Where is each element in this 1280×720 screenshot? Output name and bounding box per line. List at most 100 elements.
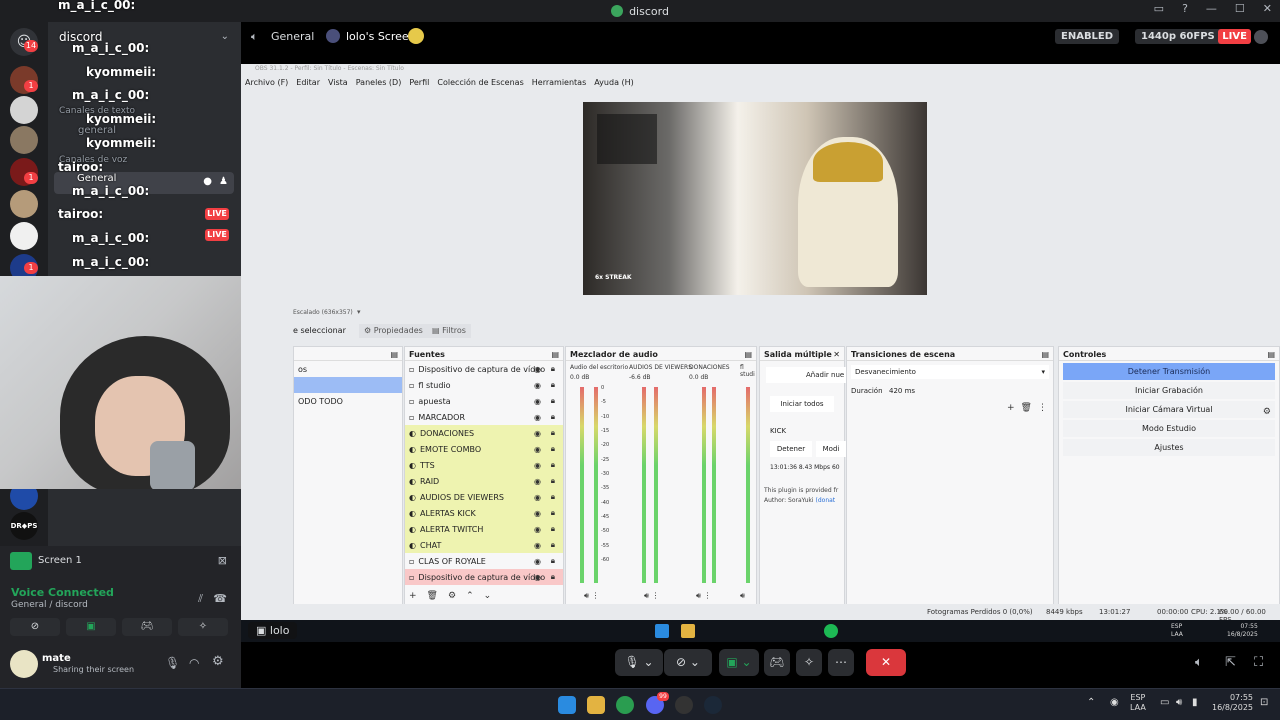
remove-transition-icon[interactable]: 🗑︎ [1021, 403, 1032, 413]
visibility-eye-icon[interactable]: ◉ [534, 397, 541, 406]
source-item[interactable]: ◐ ALERTA TWITCH ◉ 🔒︎ [405, 521, 563, 537]
dock-menu-icon[interactable]: ▤ [1267, 350, 1275, 359]
move-up-icon[interactable]: ⌃ [466, 591, 474, 601]
minimize-button[interactable]: — [1206, 2, 1217, 15]
source-item[interactable]: ◐ AUDIOS DE VIEWERS ◉ 🔒︎ [405, 489, 563, 505]
mute-icon[interactable]: 🔊︎ ⋮ [584, 591, 600, 601]
dock-menu-icon[interactable]: ▤ [390, 350, 398, 359]
remove-source-icon[interactable]: 🗑︎ [427, 591, 438, 601]
menu-archivo[interactable]: Archivo (F) [245, 78, 288, 87]
gear-icon[interactable]: ⚙ [1263, 407, 1271, 417]
dock-menu-icon[interactable]: ▤ [744, 350, 752, 359]
scene-item[interactable]: os [294, 361, 402, 377]
lock-icon[interactable]: 🔒︎ [551, 556, 555, 566]
chrome-icon[interactable] [616, 696, 634, 714]
source-item[interactable]: ▫ Dispositivo de captura de vídeo ◉ 🔒︎ [405, 569, 563, 585]
text-channel-general[interactable]: general [78, 125, 116, 136]
mute-icon[interactable]: 🔊︎ [740, 591, 745, 601]
visibility-eye-icon[interactable]: ◉ [534, 461, 541, 470]
visibility-eye-icon[interactable]: ◉ [534, 573, 541, 582]
camera-toggle[interactable]: ⊘ ⌄ [664, 649, 712, 676]
visibility-eye-icon[interactable]: ◉ [534, 445, 541, 454]
chat-icon[interactable]: ● [203, 176, 212, 187]
menu-perfil[interactable]: Perfil [409, 78, 429, 87]
obs-icon[interactable] [675, 696, 693, 714]
settings-button[interactable]: Ajustes [1063, 439, 1275, 456]
transition-select[interactable]: Desvanecimiento ▾ [851, 365, 1049, 379]
duration-input[interactable]: 420 ms [889, 387, 915, 395]
source-settings-icon[interactable]: ⚙ [448, 591, 456, 601]
menu-ayuda[interactable]: Ayuda (H) [594, 78, 634, 87]
settings-icon[interactable]: ⚙ [212, 654, 224, 669]
server-icon[interactable] [10, 222, 38, 250]
lock-icon[interactable]: 🔒︎ [551, 508, 555, 518]
visibility-eye-icon[interactable]: ◉ [534, 429, 541, 438]
volume-icon[interactable]: 🔈︎ [1195, 655, 1203, 670]
source-item[interactable]: ▫ MARCADOR ◉ 🔒︎ [405, 409, 563, 425]
scene-item-selected[interactable] [294, 377, 402, 393]
fullscreen-icon[interactable]: ⛶ [1254, 655, 1263, 670]
close-button[interactable]: ✕ [1263, 2, 1272, 15]
tray-chevron-icon[interactable]: ⌃ [1087, 697, 1095, 708]
source-item[interactable]: ▫ Dispositivo de captura de vídeo ◉ 🔒︎ [405, 361, 563, 377]
voice-channel-label[interactable]: General [77, 173, 116, 184]
steam-icon[interactable] [704, 696, 722, 714]
scene-item[interactable]: ODO TODO [294, 393, 402, 409]
visibility-eye-icon[interactable]: ◉ [534, 557, 541, 566]
visibility-eye-icon[interactable]: ◉ [534, 413, 541, 422]
lock-icon[interactable]: 🔒︎ [551, 492, 555, 502]
source-item[interactable]: ▫ apuesta ◉ 🔒︎ [405, 393, 563, 409]
battery-icon[interactable]: ▮ [1192, 697, 1198, 708]
scaled-dropdown-icon[interactable]: ▾ [357, 308, 361, 316]
add-source-icon[interactable]: + [409, 591, 417, 601]
dock-menu-icon[interactable]: ▤ [1041, 350, 1049, 359]
chat-bubble-icon[interactable] [1254, 30, 1268, 44]
source-item[interactable]: ▫ CLAS OF ROYALE ◉ 🔒︎ [405, 553, 563, 569]
properties-button[interactable]: ⚙ Propiedades [359, 324, 428, 338]
lock-icon[interactable]: 🔒︎ [551, 396, 555, 406]
avatar[interactable] [10, 650, 38, 678]
lock-icon[interactable]: 🔒︎ [551, 412, 555, 422]
visibility-eye-icon[interactable]: ◉ [534, 541, 541, 550]
visibility-eye-icon[interactable]: ◉ [534, 381, 541, 390]
start-virtual-camera-button[interactable]: Iniciar Cámara Virtual [1063, 401, 1275, 418]
windows-start-icon[interactable] [558, 696, 576, 714]
menu-herramientas[interactable]: Herramientas [532, 78, 587, 87]
maximize-button[interactable]: ☐ [1235, 2, 1245, 15]
add-member-icon[interactable]: ♟ [219, 176, 228, 187]
mute-icon[interactable]: 🔊︎ ⋮ [696, 591, 712, 601]
help-icon[interactable]: ? [1182, 2, 1188, 15]
source-item[interactable]: ◐ RAID ◉ 🔒︎ [405, 473, 563, 489]
filters-button[interactable]: ▤ Filtros [427, 324, 471, 338]
move-down-icon[interactable]: ⌄ [484, 591, 492, 601]
drops-server-icon[interactable]: DR◆PS [10, 512, 38, 540]
server-icon[interactable] [10, 190, 38, 218]
visibility-eye-icon[interactable]: ◉ [534, 493, 541, 502]
dock-menu-icon[interactable]: ▤ [551, 350, 559, 359]
screen-icon[interactable]: ▭ [1154, 2, 1164, 15]
microphone-toggle[interactable]: 🎙︎ ⌄ [615, 649, 663, 676]
popout-icon[interactable]: ⇱ [1225, 655, 1236, 670]
more-options-button[interactable]: ⋯ [828, 649, 854, 676]
notification-icon[interactable]: ⊡ [1260, 697, 1268, 708]
menu-vista[interactable]: Vista [328, 78, 348, 87]
lock-icon[interactable]: 🔒︎ [551, 476, 555, 486]
visibility-eye-icon[interactable]: ◉ [534, 525, 541, 534]
volume-tray-icon[interactable]: 🔊︎ [1176, 697, 1182, 708]
obs-preview[interactable]: 6x STREAK [583, 102, 927, 295]
lock-icon[interactable]: 🔒︎ [551, 364, 555, 374]
source-item[interactable]: ▫ fl studio ◉ 🔒︎ [405, 377, 563, 393]
source-item[interactable]: ◐ DONACIONES ◉ 🔒︎ [405, 425, 563, 441]
close-screen-icon[interactable]: ⊠ [218, 554, 227, 567]
microphone-icon[interactable]: 🎙︎ [165, 656, 180, 670]
menu-editar[interactable]: Editar [296, 78, 320, 87]
soundboard-button[interactable]: ✧ [178, 618, 228, 636]
lock-icon[interactable]: 🔒︎ [551, 572, 555, 582]
noise-suppression-icon[interactable]: ⫽ [198, 592, 203, 606]
source-item[interactable]: ◐ ALERTAS KICK ◉ 🔒︎ [405, 505, 563, 521]
voice-channel-path[interactable]: General / discord [11, 600, 88, 610]
modify-output-button[interactable]: Modi [816, 441, 846, 457]
disconnect-icon[interactable]: ☎ [213, 592, 227, 605]
camera-off-button[interactable]: ⊘ [10, 618, 60, 636]
soundboard-button[interactable]: ✧ [796, 649, 822, 676]
